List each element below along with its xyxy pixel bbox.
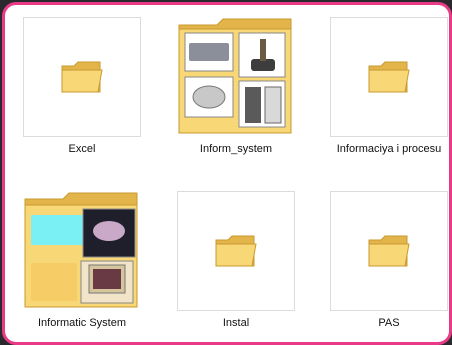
folder-item-instal[interactable]: Instal bbox=[177, 191, 295, 329]
folder-item-informatic-system[interactable]: Informatic System bbox=[23, 191, 141, 329]
folder-icon bbox=[215, 235, 257, 267]
folder-icon bbox=[61, 61, 103, 93]
folder-item-inform-system[interactable]: Inform_system bbox=[177, 17, 295, 155]
folder-view: Excel Inform_system Informaciya i proces… bbox=[2, 2, 452, 345]
folder-label: PAS bbox=[378, 317, 400, 329]
folder-label: Instal bbox=[222, 317, 250, 329]
folder-thumbnail-frame bbox=[177, 191, 295, 311]
folder-icon bbox=[368, 235, 410, 267]
folder-label: Informaciya i procesu bbox=[336, 143, 442, 155]
folder-item-informaciya-i-procesu[interactable]: Informaciya i procesu bbox=[330, 17, 448, 155]
folder-item-pas[interactable]: PAS bbox=[330, 191, 448, 329]
folder-thumbnail-frame bbox=[23, 17, 141, 137]
folder-thumbnail-frame bbox=[330, 17, 448, 137]
folder-thumbnail-frame bbox=[330, 191, 448, 311]
folder-thumbnail-icon bbox=[178, 18, 292, 134]
folder-thumbnail-icon bbox=[24, 192, 138, 308]
folder-label: Informatic System bbox=[37, 317, 127, 329]
folder-item-excel[interactable]: Excel bbox=[23, 17, 141, 155]
folder-label: Excel bbox=[68, 143, 96, 155]
folder-label: Inform_system bbox=[199, 143, 273, 155]
folder-icon bbox=[368, 61, 410, 93]
